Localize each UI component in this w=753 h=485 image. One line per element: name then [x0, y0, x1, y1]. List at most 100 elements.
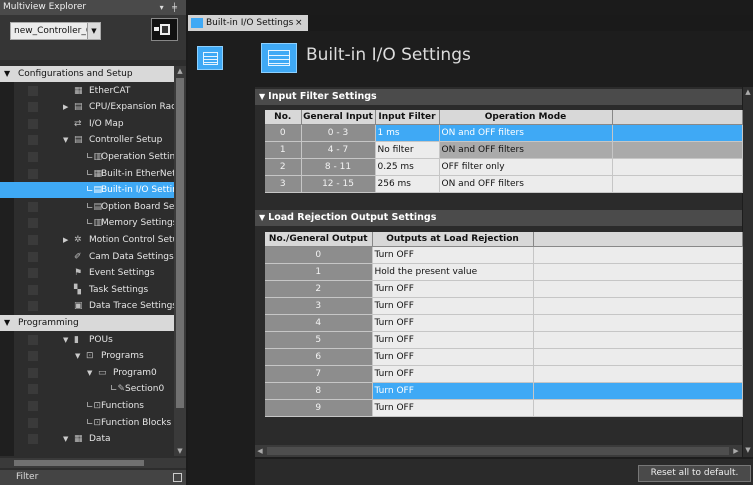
tree-item[interactable]: ▦ EtherCAT — [0, 83, 174, 99]
tree-item[interactable]: ▚ Task Settings — [0, 282, 174, 298]
filter-toggle-icon[interactable] — [173, 473, 182, 482]
output-at-load-rejection-cell[interactable]: Turn OFF — [372, 246, 534, 264]
expand-arrow-icon[interactable]: ▼ — [87, 365, 92, 381]
operation-mode-cell[interactable]: OFF filter only — [439, 158, 613, 176]
explorer-vertical-scrollbar[interactable]: ▲ ▼ — [174, 66, 186, 456]
output-at-load-rejection-cell[interactable]: Turn OFF — [372, 365, 534, 383]
explorer-horizontal-scrollbar[interactable] — [0, 458, 186, 468]
table-row[interactable]: 5 Turn OFF — [265, 331, 743, 349]
scroll-left-icon[interactable]: ◀ — [255, 445, 265, 457]
tab-built-in-io-settings[interactable]: Built-in I/O Settings × — [188, 15, 308, 31]
table-row[interactable]: 3 12 - 15 256 ms ON and OFF filters — [265, 175, 743, 193]
table-row[interactable]: 2 Turn OFF — [265, 280, 743, 298]
column-header[interactable]: No./General Output — [265, 232, 373, 247]
table-row[interactable]: 4 Turn OFF — [265, 314, 743, 332]
output-at-load-rejection-cell[interactable]: Turn OFF — [372, 280, 534, 298]
tree-item[interactable]: ▼ ▭ Program0 — [0, 365, 174, 381]
output-at-load-rejection-cell[interactable]: Turn OFF — [372, 399, 534, 417]
input-filter-cell[interactable]: 1 ms — [375, 124, 440, 142]
scroll-down-icon[interactable]: ▼ — [743, 445, 753, 455]
column-header[interactable]: No. — [265, 110, 302, 125]
collapse-icon[interactable]: ▼ — [259, 213, 265, 222]
tree-item[interactable]: ∟▤Option Board Settings — [0, 199, 174, 215]
scroll-up-icon[interactable]: ▲ — [743, 87, 753, 97]
tree-item[interactable]: ▼ ⊡ Programs — [0, 348, 174, 364]
load-rejection-section-header[interactable]: ▼ Load Rejection Output Settings — [255, 210, 742, 226]
scrollbar-thumb[interactable] — [14, 460, 144, 466]
filter-bar[interactable]: Filter — [0, 470, 186, 485]
tree-item[interactable]: ⇄ I/O Map — [0, 116, 174, 132]
filter-label: Filter — [16, 472, 39, 482]
operation-mode-cell[interactable]: ON and OFF filters — [439, 175, 613, 193]
expand-arrow-icon[interactable]: ▼ — [4, 315, 10, 331]
controller-dropdown[interactable]: new_Controller_0 ▼ — [10, 22, 101, 40]
input-filter-section-header[interactable]: ▼ Input Filter Settings — [255, 89, 742, 105]
tree-item[interactable]: ▼ ▮ POUs — [0, 332, 174, 348]
collapse-icon[interactable]: ▼ — [259, 92, 265, 101]
tree-item[interactable]: ▶ ✲ Motion Control Setup — [0, 232, 174, 248]
output-at-load-rejection-cell[interactable]: Turn OFF — [372, 348, 534, 366]
expand-arrow-icon[interactable]: ▼ — [63, 132, 68, 148]
tree-item[interactable]: ∟▥Operation Settings — [0, 149, 174, 165]
table-row[interactable]: 8 Turn OFF — [265, 382, 743, 400]
tree-item[interactable]: ∟⊡ Functions — [0, 398, 174, 414]
table-row[interactable]: 28 - 11 0.25 ms OFF filter only — [265, 158, 743, 176]
tree-group-header[interactable]: ▼ Programming — [0, 315, 174, 331]
controller-icon[interactable] — [151, 18, 178, 41]
expand-arrow-icon[interactable]: ▶ — [63, 99, 68, 115]
input-filter-cell[interactable]: No filter — [375, 141, 440, 159]
scroll-down-icon[interactable]: ▼ — [174, 446, 186, 456]
output-at-load-rejection-cell[interactable]: Turn OFF — [372, 382, 534, 400]
table-row[interactable]: 3 Turn OFF — [265, 297, 743, 315]
column-header[interactable]: Operation Mode — [439, 110, 613, 125]
tree-item[interactable]: ▼ ▦ Data — [0, 431, 174, 447]
expand-arrow-icon[interactable]: ▼ — [75, 348, 80, 364]
expand-arrow-icon[interactable]: ▼ — [63, 431, 68, 447]
operation-mode-cell[interactable]: ON and OFF filters — [439, 124, 613, 142]
tree-item[interactable]: ∟⊡ Function Blocks — [0, 415, 174, 431]
input-filter-cell[interactable]: 0.25 ms — [375, 158, 440, 176]
table-row[interactable]: 00 - 31 ms ON and OFF filters — [265, 124, 743, 142]
empty-cell — [612, 175, 743, 193]
output-at-load-rejection-cell[interactable]: Hold the present value — [372, 263, 534, 281]
expand-arrow-icon[interactable]: ▶ — [63, 232, 68, 248]
tree-item[interactable]: ∟✎ Section0 — [0, 381, 174, 397]
tree-item[interactable]: ✐ Cam Data Settings — [0, 249, 174, 265]
tree-item[interactable]: ▶ ▤ CPU/Expansion Racks — [0, 99, 174, 115]
input-filter-cell[interactable]: 256 ms — [375, 175, 440, 193]
column-header[interactable]: General Input — [301, 110, 376, 125]
column-header[interactable]: Input Filter — [375, 110, 440, 125]
scroll-right-icon[interactable]: ▶ — [731, 445, 741, 457]
table-row[interactable]: 0 Turn OFF — [265, 246, 743, 264]
tree-item[interactable]: ∟▥ Memory Settings — [0, 215, 174, 231]
table-row[interactable]: 1 Hold the present value — [265, 263, 743, 281]
explorer-title: Multiview Explorer — [3, 2, 87, 12]
tree-item[interactable]: ⚑ Event Settings — [0, 265, 174, 281]
expand-arrow-icon[interactable]: ▼ — [63, 332, 68, 348]
io-settings-icon[interactable] — [197, 46, 223, 70]
output-at-load-rejection-cell[interactable]: Turn OFF — [372, 314, 534, 332]
scrollbar-thumb[interactable] — [267, 447, 729, 455]
output-at-load-rejection-cell[interactable]: Turn OFF — [372, 331, 534, 349]
close-icon[interactable]: × — [295, 15, 303, 31]
main-horizontal-scrollbar[interactable]: ◀ ▶ — [255, 445, 742, 457]
main-vertical-scrollbar[interactable]: ▲ ▼ — [743, 87, 753, 457]
column-header[interactable]: Outputs at Load Rejection — [372, 232, 534, 247]
expand-arrow-icon[interactable]: ▼ — [4, 66, 10, 82]
tree-item[interactable]: ∟▦Built-in EtherNet/IP Port Settings — [0, 166, 174, 182]
table-row[interactable]: 7 Turn OFF — [265, 365, 743, 383]
tree-item[interactable]: ▣ Data Trace Settings — [0, 298, 174, 314]
operation-mode-cell[interactable]: ON and OFF filters — [439, 141, 613, 159]
output-at-load-rejection-cell[interactable]: Turn OFF — [372, 297, 534, 315]
table-row[interactable]: 6 Turn OFF — [265, 348, 743, 366]
table-row[interactable]: 9 Turn OFF — [265, 399, 743, 417]
reset-all-button[interactable]: Reset all to default. — [638, 465, 751, 482]
scroll-up-icon[interactable]: ▲ — [174, 66, 186, 76]
pin-icon[interactable]: ▾ ╪ — [160, 0, 180, 15]
tree-item[interactable]: ∟▤Built-in I/O Settings — [0, 182, 174, 199]
chevron-down-icon[interactable]: ▼ — [87, 23, 100, 39]
scrollbar-thumb[interactable] — [176, 78, 184, 408]
tree-group-header[interactable]: ▼ Configurations and Setup — [0, 66, 174, 82]
tree-item[interactable]: ▼ ▤ Controller Setup — [0, 132, 174, 148]
table-row[interactable]: 14 - 7 No filter ON and OFF filters — [265, 141, 743, 159]
